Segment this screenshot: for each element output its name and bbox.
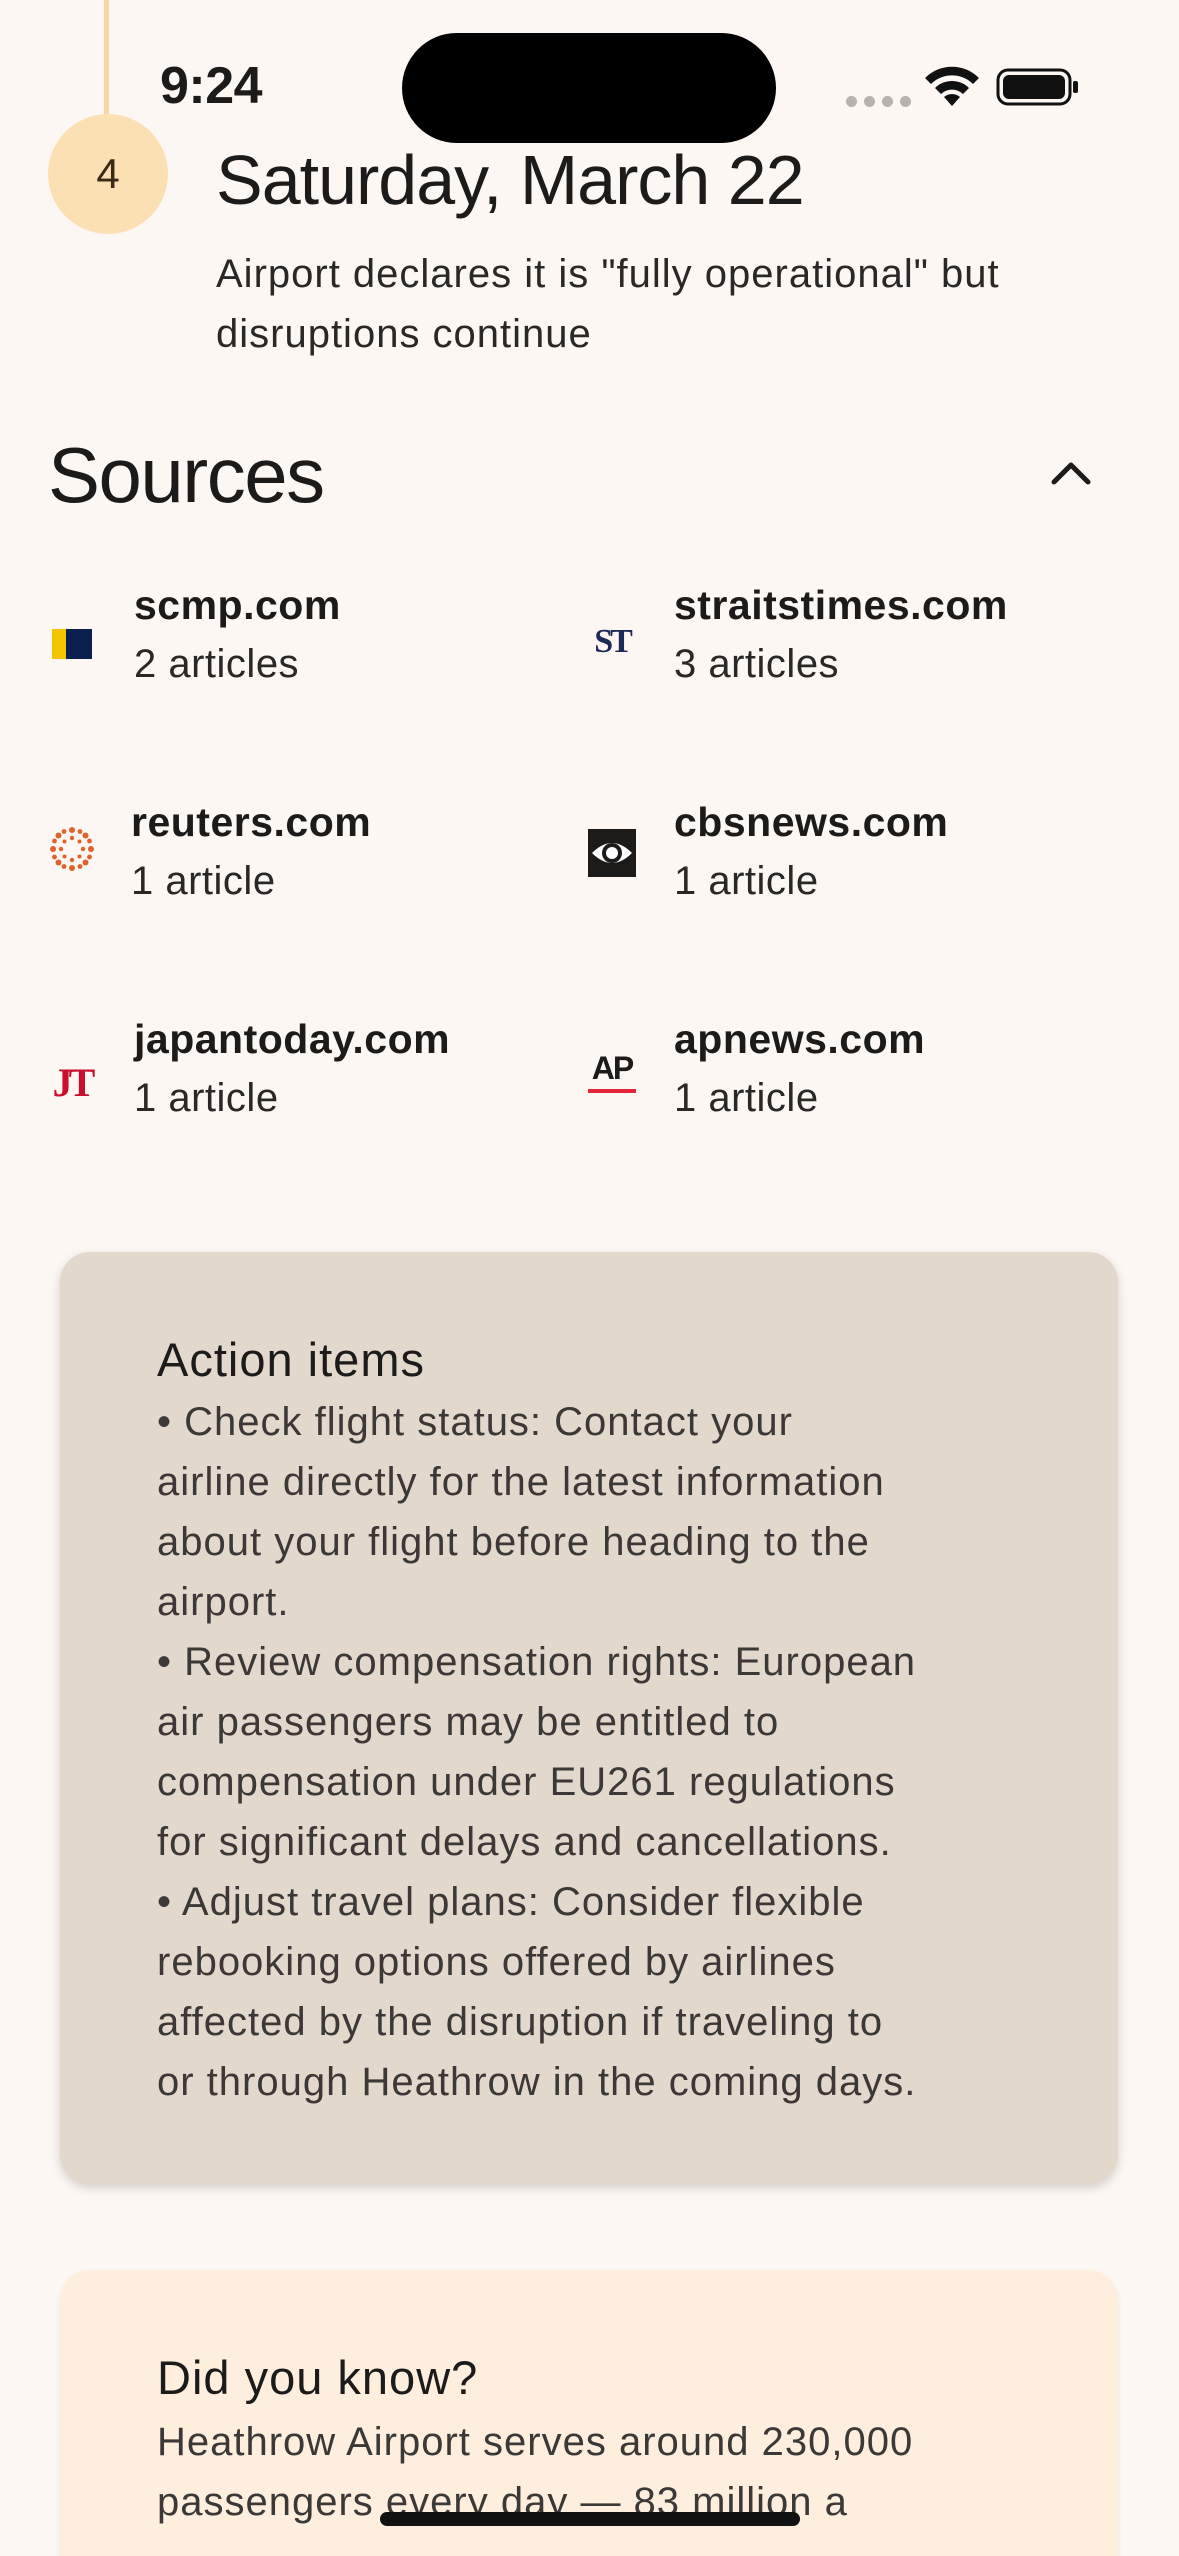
collapse-sources-button[interactable] bbox=[1044, 452, 1098, 492]
battery-icon bbox=[996, 68, 1078, 106]
timeline-step-description: Airport declares it is "fully operationa… bbox=[216, 252, 1000, 356]
source-article-count: 1 article bbox=[131, 859, 276, 903]
action-items-line: airline directly for the latest informat… bbox=[157, 1460, 885, 1504]
action-items-line: air passengers may be entitled to bbox=[157, 1700, 780, 1744]
straitstimes-logo-icon: ST bbox=[594, 623, 633, 660]
source-domain: cbsnews.com bbox=[674, 799, 949, 845]
action-items-line: rebooking options offered by airlines bbox=[157, 1940, 836, 1984]
action-items-title: Action items bbox=[157, 1333, 425, 1386]
timeline-step-date: Saturday, March 22 bbox=[216, 141, 805, 219]
source-article-count: 1 article bbox=[674, 859, 819, 903]
action-items-line: compensation under EU261 regulations bbox=[157, 1760, 896, 1804]
action-items-card: Action items • Check flight status: Cont… bbox=[60, 1252, 1118, 2184]
source-item-apnews[interactable]: AP apnews.com 1 article bbox=[588, 1012, 1108, 1132]
cellular-signal-icon bbox=[846, 96, 911, 107]
japantoday-logo-icon: JT bbox=[52, 1059, 96, 1105]
source-article-count: 3 articles bbox=[674, 642, 840, 686]
source-domain: scmp.com bbox=[134, 582, 341, 628]
home-indicator[interactable] bbox=[380, 2512, 800, 2526]
did-you-know-title: Did you know? bbox=[157, 2351, 479, 2404]
source-article-count: 2 articles bbox=[134, 642, 300, 686]
ap-logo-icon: AP bbox=[588, 1048, 636, 1096]
source-article-count: 1 article bbox=[674, 1076, 819, 1120]
cbs-eye-logo-icon bbox=[588, 829, 636, 877]
status-time: 9:24 bbox=[160, 57, 263, 115]
action-items-line: • Check flight status: Contact your bbox=[157, 1400, 793, 1444]
scmp-logo-icon bbox=[48, 620, 96, 668]
source-item-straitstimes[interactable]: ST straitstimes.com 3 articles bbox=[588, 578, 1108, 698]
source-item-scmp[interactable]: scmp.com 2 articles bbox=[48, 578, 548, 698]
action-items-line: • Adjust travel plans: Consider flexible bbox=[157, 1880, 865, 1924]
timeline-connector bbox=[104, 0, 109, 120]
source-domain: apnews.com bbox=[674, 1016, 926, 1062]
action-items-body: • Check flight status: Contact your airl… bbox=[157, 1392, 1057, 2112]
source-domain: straitstimes.com bbox=[674, 582, 1008, 628]
screen: 9:24 4 Saturday, March 22 Airport declar… bbox=[0, 0, 1179, 2556]
source-domain: japantoday.com bbox=[134, 1016, 451, 1062]
chevron-up-icon bbox=[1051, 462, 1091, 485]
sources-heading: Sources bbox=[48, 431, 325, 519]
action-items-line: affected by the disruption if traveling … bbox=[157, 2000, 884, 2044]
action-items-line: or through Heathrow in the coming days. bbox=[157, 2060, 917, 2104]
source-article-count: 1 article bbox=[134, 1076, 279, 1120]
source-item-cbsnews[interactable]: cbsnews.com 1 article bbox=[588, 795, 1108, 915]
source-domain: reuters.com bbox=[131, 799, 372, 845]
action-items-line: about your flight before heading to the bbox=[157, 1520, 870, 1564]
action-items-line: for significant delays and cancellations… bbox=[157, 1820, 892, 1864]
wifi-icon bbox=[925, 66, 979, 106]
source-item-japantoday[interactable]: JT japantoday.com 1 article bbox=[48, 1012, 568, 1132]
dynamic-island bbox=[402, 33, 776, 143]
timeline-step-badge: 4 bbox=[48, 114, 168, 234]
reuters-logo-icon bbox=[48, 825, 96, 873]
action-items-line: • Review compensation rights: European bbox=[157, 1640, 917, 1684]
source-item-reuters[interactable]: reuters.com 1 article bbox=[48, 795, 548, 915]
action-items-line: airport. bbox=[157, 1580, 290, 1624]
did-you-know-line: Heathrow Airport serves around 230,000 bbox=[157, 2420, 914, 2464]
